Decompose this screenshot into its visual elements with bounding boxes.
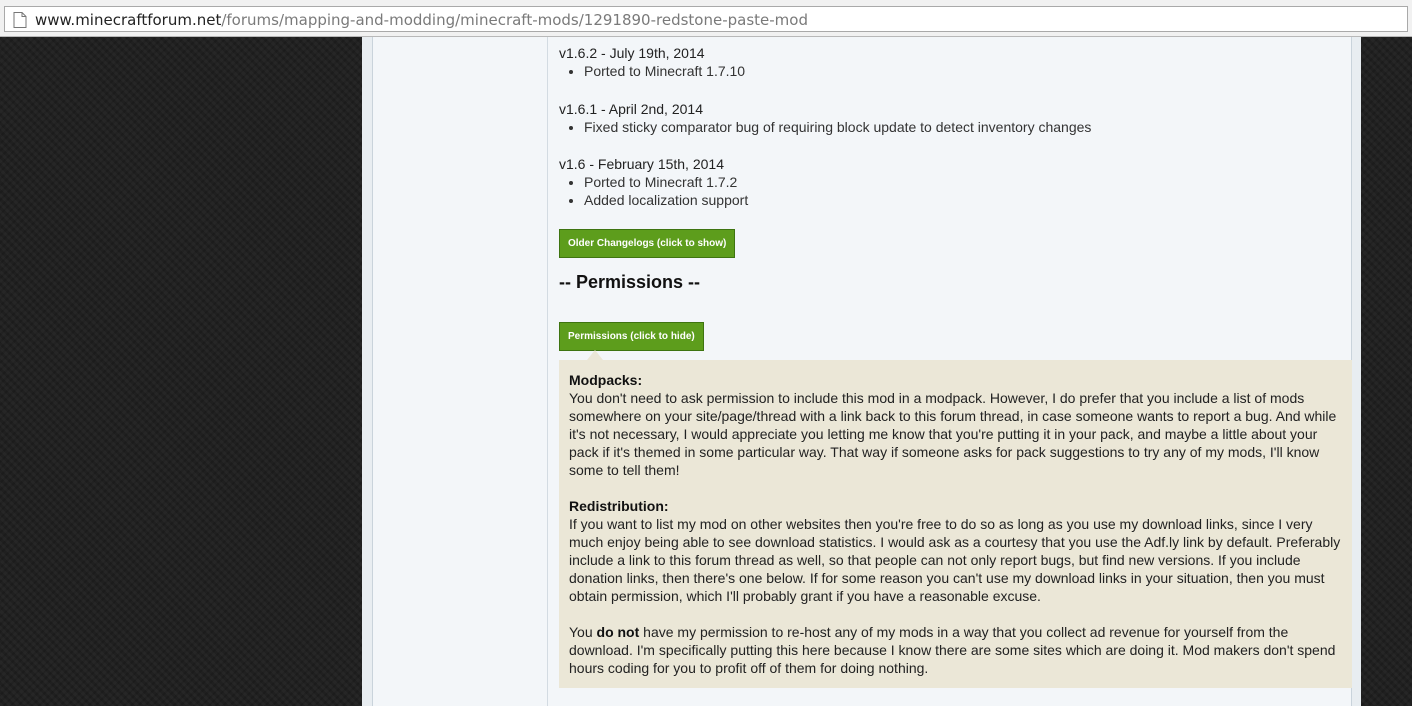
- post-body: v1.6.2 - July 19th, 2014 Ported to Minec…: [549, 37, 1352, 706]
- modpacks-text: You don't need to ask permission to incl…: [569, 390, 1337, 478]
- changelog-list: Fixed sticky comparator bug of requiring…: [559, 118, 1091, 136]
- changelog-header: v1.6.2 - July 19th, 2014: [559, 45, 705, 61]
- forum-page: v1.6.2 - July 19th, 2014 Ported to Minec…: [362, 37, 1361, 706]
- redistribution-text: If you want to list my mod on other webs…: [569, 516, 1341, 604]
- older-changelogs-button[interactable]: Older Changelogs (click to show): [559, 229, 736, 258]
- changelog-list: Ported to Minecraft 1.7.10: [559, 62, 745, 80]
- permissions-heading: -- Permissions --: [559, 272, 701, 292]
- modpacks-title: Modpacks:: [569, 372, 643, 388]
- page-icon: [13, 12, 27, 28]
- url-field[interactable]: www.minecraftforum.net/forums/mapping-an…: [4, 6, 1408, 32]
- rehost-text: have my permission to re-host any of my …: [569, 624, 1336, 676]
- changelog-list: Ported to Minecraft 1.7.2 Added localiza…: [559, 173, 748, 209]
- browser-address-bar: www.minecraftforum.net/forums/mapping-an…: [0, 0, 1412, 37]
- changelog-item: Added localization support: [584, 191, 748, 209]
- rehost-prefix: You: [569, 624, 593, 640]
- rehost-section: You do not have my permission to re-host…: [569, 623, 1342, 677]
- rehost-bold: do not: [596, 624, 640, 640]
- changelog-item: Fixed sticky comparator bug of requiring…: [584, 118, 1091, 136]
- url-text: www.minecraftforum.net/forums/mapping-an…: [35, 11, 808, 29]
- changelog-header: v1.6 - February 15th, 2014: [559, 156, 724, 172]
- redistribution-title: Redistribution:: [569, 498, 669, 514]
- url-host: www.minecraftforum.net: [35, 11, 222, 29]
- page-background-right: [1361, 37, 1412, 706]
- spoiler-arrow: [587, 350, 603, 360]
- permissions-toggle-button[interactable]: Permissions (click to hide): [559, 322, 704, 351]
- modpacks-section: Modpacks: You don't need to ask permissi…: [569, 371, 1342, 479]
- author-column-divider: [547, 37, 548, 706]
- url-path: /forums/mapping-and-modding/minecraft-mo…: [221, 11, 808, 29]
- changelog-item: Ported to Minecraft 1.7.10: [584, 62, 745, 80]
- changelog-item: Ported to Minecraft 1.7.2: [584, 173, 748, 191]
- post-container: v1.6.2 - July 19th, 2014 Ported to Minec…: [372, 37, 1352, 706]
- permissions-spoiler: Modpacks: You don't need to ask permissi…: [559, 360, 1352, 688]
- changelog-header: v1.6.1 - April 2nd, 2014: [559, 101, 703, 117]
- redistribution-section: Redistribution: If you want to list my m…: [569, 497, 1342, 605]
